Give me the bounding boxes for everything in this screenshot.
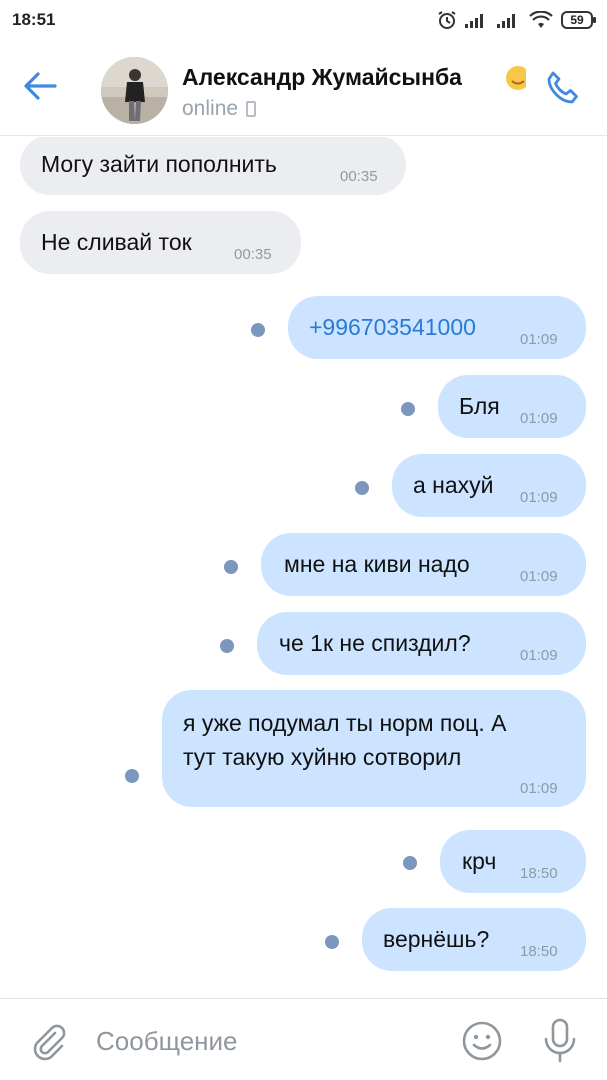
composer-bar [0, 998, 607, 1080]
phone-link[interactable]: +996703541000 [309, 313, 476, 341]
message-time: 00:35 [340, 168, 378, 185]
signal-icon-1 [465, 14, 483, 28]
unread-indicator [401, 402, 415, 416]
message-text: Бля [459, 393, 500, 419]
message-time: 01:09 [520, 489, 558, 506]
unread-indicator [125, 769, 139, 783]
mobile-icon [246, 101, 257, 117]
smile-icon [462, 1021, 502, 1061]
phone-icon [547, 71, 578, 104]
unread-indicator [220, 639, 234, 653]
message-text-line-2: тут такую хуйню сотворил [183, 744, 462, 770]
emoji-button[interactable] [460, 1019, 504, 1063]
message-time: 01:09 [520, 780, 558, 797]
signal-icon-2 [497, 14, 515, 28]
call-button[interactable] [538, 66, 588, 112]
status-text: online [182, 97, 239, 120]
contact-name[interactable]: Александр Жумайсынба [182, 64, 462, 91]
message-text: че 1к не спиздил? [279, 630, 471, 656]
unread-indicator [251, 323, 265, 337]
unread-indicator [224, 560, 238, 574]
message-text: а нахуй [413, 472, 494, 498]
voice-record-button[interactable] [538, 1017, 582, 1065]
message-time: 00:35 [234, 246, 272, 263]
message-text: крч [462, 848, 497, 874]
battery-icon: 59 [561, 11, 596, 29]
contact-status: online [182, 97, 257, 121]
alarm-icon [438, 11, 456, 29]
message-time: 18:50 [520, 943, 558, 960]
message-text: вернёшь? [383, 926, 490, 952]
message-time: 01:09 [520, 568, 558, 585]
message-text: Не сливай ток [41, 229, 192, 255]
message-time: 18:50 [520, 865, 558, 882]
back-button[interactable] [20, 66, 60, 106]
message-list[interactable]: Могу зайти пополнить 00:35 Не сливай ток… [0, 137, 607, 997]
chat-header: Александр Жумайсынба online [0, 40, 607, 136]
message-text: Могу зайти пополнить [41, 151, 277, 177]
unread-indicator [325, 935, 339, 949]
avatar-photo [101, 57, 168, 124]
unread-indicator [403, 856, 417, 870]
paperclip-icon [33, 1024, 66, 1061]
message-text: мне на киви надо [284, 551, 470, 577]
microphone-icon [544, 1018, 576, 1063]
message-text-line-1: я уже подумал ты норм поц. А [183, 710, 507, 736]
message-time: 01:09 [520, 647, 558, 664]
status-icons: 59 [437, 9, 596, 31]
message-time: 01:09 [520, 331, 558, 348]
message-input[interactable] [96, 1021, 436, 1061]
message-time: 01:09 [520, 410, 558, 427]
attach-button[interactable] [28, 1021, 68, 1061]
arrow-left-icon [24, 72, 57, 100]
status-time: 18:51 [12, 10, 56, 29]
emoji-icon-partial [504, 64, 526, 92]
avatar[interactable] [101, 57, 168, 124]
status-bar: 18:51 59 [0, 0, 607, 40]
wifi-icon [529, 11, 553, 28]
unread-indicator [355, 481, 369, 495]
battery-level: 59 [570, 13, 584, 27]
